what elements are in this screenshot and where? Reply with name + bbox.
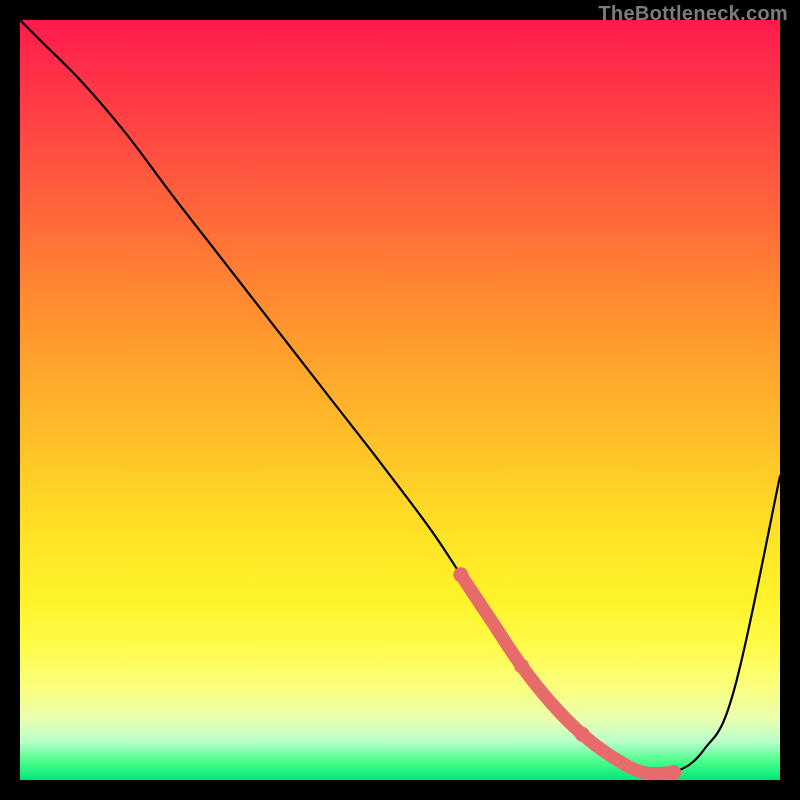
chart-svg [20, 20, 780, 780]
highlight-dot [514, 659, 529, 674]
highlight-dot [575, 727, 590, 742]
highlight-dots [453, 567, 681, 780]
highlight-segment [461, 575, 674, 774]
bottleneck-curve [20, 20, 780, 775]
highlight-dot [453, 567, 468, 582]
plot-area [20, 20, 780, 780]
chart-container: TheBottleneck.com [0, 0, 800, 800]
highlight-dot [666, 765, 681, 780]
